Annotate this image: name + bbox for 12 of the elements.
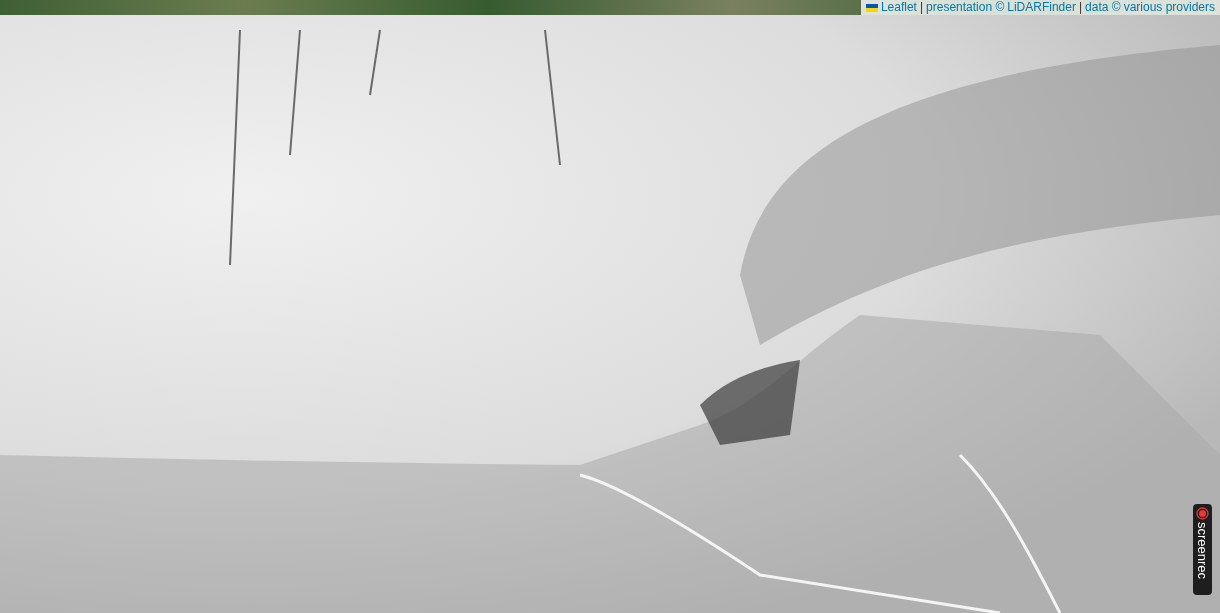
attribution-text: data © <box>1085 0 1121 15</box>
attribution-link[interactable]: Leaflet <box>880 0 917 15</box>
hillshade-map[interactable] <box>0 15 1220 613</box>
record-icon <box>1196 507 1209 520</box>
attribution-separator: | <box>919 0 924 15</box>
attribution-link[interactable]: LiDARFinder <box>1007 0 1076 15</box>
attribution-text: presentation © <box>926 0 1005 15</box>
attribution-separator: | <box>1078 0 1083 15</box>
ukraine-flag-icon <box>865 3 878 12</box>
recorder-label: screenrec <box>1194 522 1211 580</box>
recorder-badge[interactable]: screenrec <box>1193 504 1212 595</box>
attribution-link[interactable]: various providers <box>1123 0 1215 15</box>
